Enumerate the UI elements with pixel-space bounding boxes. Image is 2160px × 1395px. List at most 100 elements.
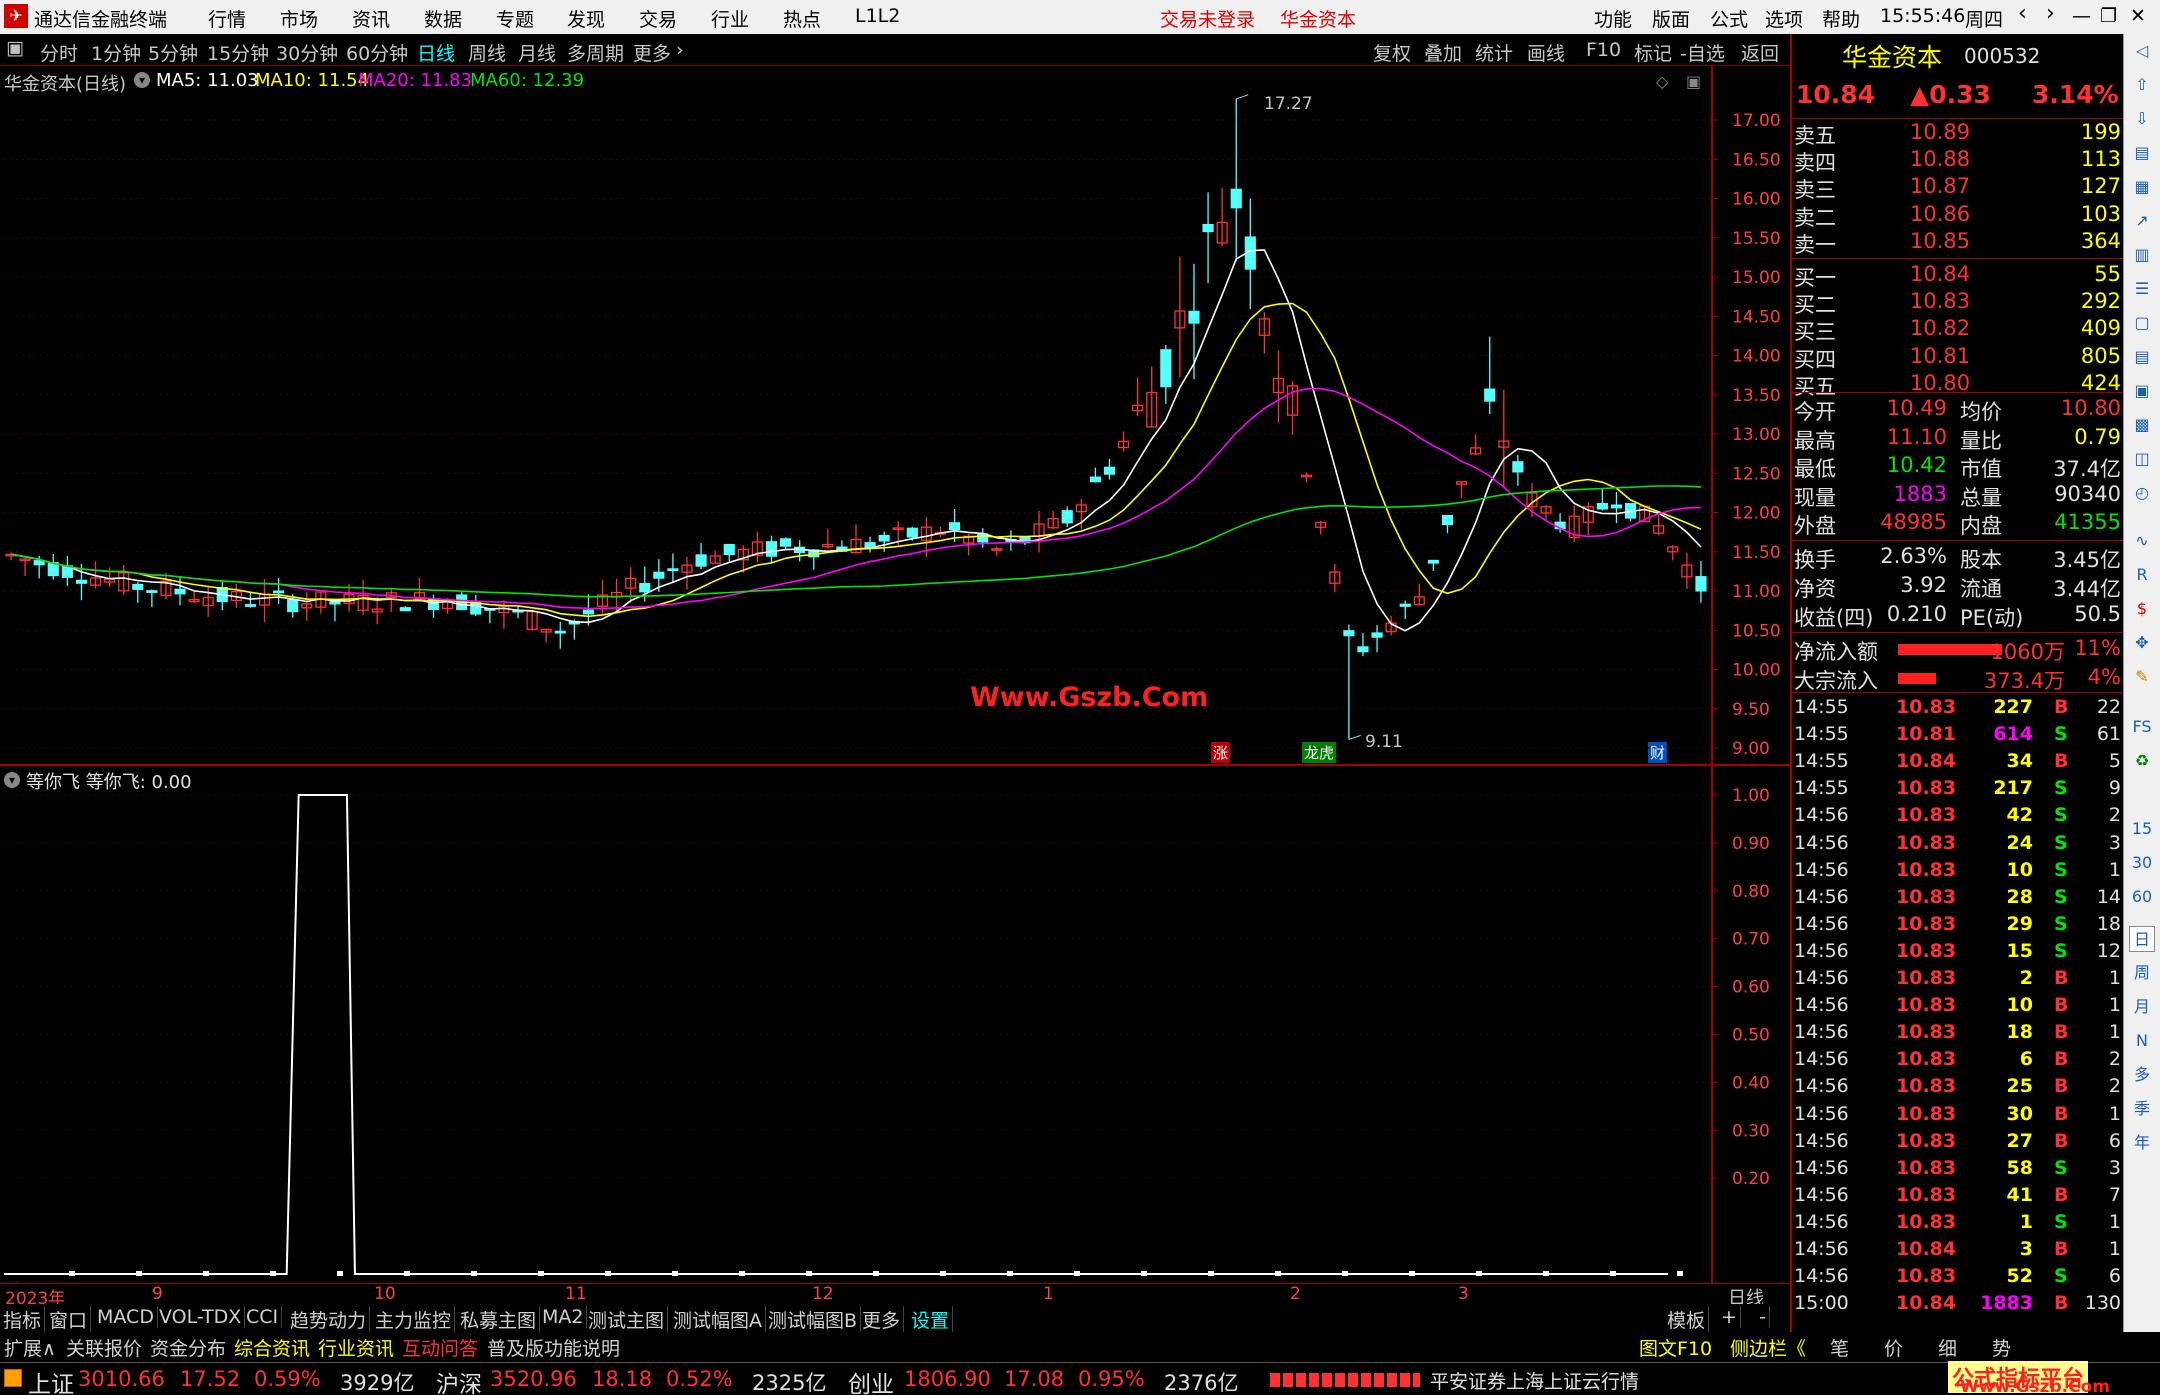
tool-zixuan[interactable]: -自选 (1680, 39, 1725, 66)
tab-zhibiao[interactable]: 指标 (0, 1306, 46, 1333)
tab-jia[interactable]: 价 (1884, 1334, 1903, 1361)
period-day[interactable]: 日 (2129, 926, 2155, 952)
up-icon[interactable]: ⇧ (2129, 72, 2155, 98)
trade-row[interactable]: 14:56 10.83 27 B 6 (1792, 1130, 2125, 1157)
rsi-icon[interactable]: R (2129, 562, 2155, 588)
menu-xuanxiang[interactable]: 选项 (1765, 5, 1803, 32)
trade-row[interactable]: 14:55 10.83 217 S 9 (1792, 777, 2125, 804)
menu-redian[interactable]: 热点 (783, 5, 821, 32)
login-status[interactable]: 交易未登录 (1160, 5, 1255, 32)
period-weekly[interactable]: 周线 (468, 39, 506, 66)
menu-hangqing[interactable]: 行情 (208, 5, 246, 32)
trade-row[interactable]: 14:56 10.83 29 S 18 (1792, 913, 2125, 940)
period-5min[interactable]: 5分钟 (148, 39, 198, 66)
tab-xi[interactable]: 细 (1938, 1334, 1957, 1361)
tab-bi[interactable]: 笔 (1830, 1334, 1849, 1361)
money-icon[interactable]: $ (2129, 596, 2155, 622)
move-icon[interactable]: ✥ (2129, 630, 2155, 656)
restore-icon[interactable]: ❐ (2100, 5, 2117, 27)
link-zijin[interactable]: 资金分布 (150, 1334, 226, 1361)
period-more[interactable]: 更多 (633, 39, 671, 66)
pen-icon[interactable]: ✎ (2129, 664, 2155, 690)
period-1min[interactable]: 1分钟 (91, 39, 141, 66)
chart-icon[interactable]: ◫ (2129, 446, 2155, 472)
sz-label[interactable]: 沪深 (436, 1365, 482, 1395)
menu-zixun[interactable]: 资讯 (352, 5, 390, 32)
stat-row[interactable]: 今开 10.49 均价 10.80 (1792, 396, 2125, 424)
link-tuwen-f10[interactable]: 图文F10 (1639, 1334, 1712, 1361)
menu-shichang[interactable]: 市场 (280, 5, 318, 32)
trade-row[interactable]: 14:56 10.83 41 B 7 (1792, 1184, 2125, 1211)
tab-qushi[interactable]: 趋势动力 (287, 1306, 371, 1333)
menu-zhuanti[interactable]: 专题 (496, 5, 534, 32)
grid-icon[interactable]: ▦ (2129, 174, 2155, 200)
menu-jiaoyi[interactable]: 交易 (639, 5, 677, 32)
stat-row[interactable]: 净资 3.92 流通 3.44亿 (1792, 573, 2125, 601)
ask-row[interactable]: 卖五 10.89 199 (1792, 120, 2125, 148)
menu-banmian[interactable]: 版面 (1652, 5, 1690, 32)
menu-gongneng[interactable]: 功能 (1594, 5, 1632, 32)
period-60[interactable]: 60 (2129, 884, 2155, 910)
doc-icon[interactable]: ▣ (2129, 378, 2155, 404)
down-icon[interactable]: ⇩ (2129, 106, 2155, 132)
toggle-panel-icon[interactable]: ▣ (6, 37, 24, 59)
menu-hangye[interactable]: 行业 (711, 5, 749, 32)
trade-row[interactable]: 14:56 10.83 28 S 14 (1792, 886, 2125, 913)
wave-icon[interactable]: ∿ (2129, 528, 2155, 554)
period-fs[interactable]: FS (2129, 714, 2155, 740)
forward-arrow-icon[interactable]: › (2046, 1, 2055, 26)
menu-shuju[interactable]: 数据 (424, 5, 462, 32)
stat-row[interactable]: 最高 11.10 量比 0.79 (1792, 425, 2125, 453)
template-button[interactable]: 模板 (1664, 1306, 1710, 1333)
table-icon[interactable]: ▤ (2129, 344, 2155, 370)
add-window-button[interactable]: + (1718, 1306, 1741, 1328)
back-arrow-icon[interactable]: ‹ (2018, 1, 2027, 26)
trade-row[interactable]: 14:56 10.83 18 B 1 (1792, 1021, 2125, 1048)
bid-row[interactable]: 买二 10.83 292 (1792, 289, 2125, 317)
period-30min[interactable]: 30分钟 (276, 39, 338, 66)
period-60min[interactable]: 60分钟 (346, 39, 408, 66)
tool-biaoji[interactable]: 标记 (1634, 39, 1672, 66)
remove-window-button[interactable]: - (1756, 1306, 1770, 1328)
tab-macd[interactable]: MACD (94, 1306, 158, 1328)
more-chevron-icon[interactable]: › (676, 39, 684, 61)
sync-icon[interactable]: ♻ (2129, 748, 2155, 774)
tool-f10[interactable]: F10 (1586, 39, 1621, 61)
tab-zhuli[interactable]: 主力监控 (372, 1306, 456, 1333)
list-icon[interactable]: ☰ (2129, 276, 2155, 302)
link-cebianlan[interactable]: 侧边栏《 (1730, 1334, 1806, 1361)
bid-row[interactable]: 买四 10.81 805 (1792, 344, 2125, 372)
period-year[interactable]: 年 (2129, 1130, 2155, 1156)
trade-row[interactable]: 14:56 10.83 42 S 2 (1792, 804, 2125, 831)
trade-row[interactable]: 15:00 10.84 1883 B 130 (1792, 1292, 2125, 1319)
ask-row[interactable]: 卖一 10.85 364 (1792, 229, 2125, 257)
period-15[interactable]: 15 (2129, 816, 2155, 842)
trade-row[interactable]: 14:56 10.83 25 B 2 (1792, 1075, 2125, 1102)
stat-row[interactable]: 换手 2.63% 股本 3.45亿 (1792, 544, 2125, 572)
link-zonghe[interactable]: 综合资讯 (234, 1334, 310, 1361)
trade-row[interactable]: 14:56 10.83 6 B 2 (1792, 1048, 2125, 1075)
period-month[interactable]: 月 (2129, 994, 2155, 1020)
period-multi[interactable]: 多周期 (567, 39, 624, 66)
period-n[interactable]: N (2129, 1028, 2155, 1054)
link-hangye[interactable]: 行业资讯 (318, 1334, 394, 1361)
trade-row[interactable]: 14:56 10.84 3 B 1 (1792, 1238, 2125, 1265)
index-menu-icon[interactable] (4, 1369, 22, 1387)
f12-icon[interactable]: ▩ (2129, 412, 2155, 438)
tab-ceshi-futu-b[interactable]: 测试幅图B (765, 1306, 862, 1333)
tab-shi[interactable]: 势 (1992, 1334, 2011, 1361)
tab-ceshi-zhutu[interactable]: 测试主图 (585, 1306, 669, 1333)
stat-row[interactable]: 外盘 48985 内盘 41355 (1792, 510, 2125, 538)
tool-fanhui[interactable]: 返回 (1741, 39, 1779, 66)
period-week[interactable]: 周 (2129, 960, 2155, 986)
trade-row[interactable]: 14:56 10.83 10 S 1 (1792, 859, 2125, 886)
period-daily[interactable]: 日线 (417, 39, 455, 66)
trade-row[interactable]: 14:55 10.84 34 B 5 (1792, 750, 2125, 777)
menu-bangzhu[interactable]: 帮助 (1822, 5, 1860, 32)
tab-chuangkou[interactable]: 窗口 (46, 1306, 92, 1333)
link-guanlian[interactable]: 关联报价 (66, 1334, 142, 1361)
tab-gengduo[interactable]: 更多 (859, 1306, 905, 1333)
clock-icon[interactable]: ◴ (2129, 480, 2155, 506)
period-15min[interactable]: 15分钟 (207, 39, 269, 66)
sh-label[interactable]: 上证 (28, 1365, 74, 1395)
